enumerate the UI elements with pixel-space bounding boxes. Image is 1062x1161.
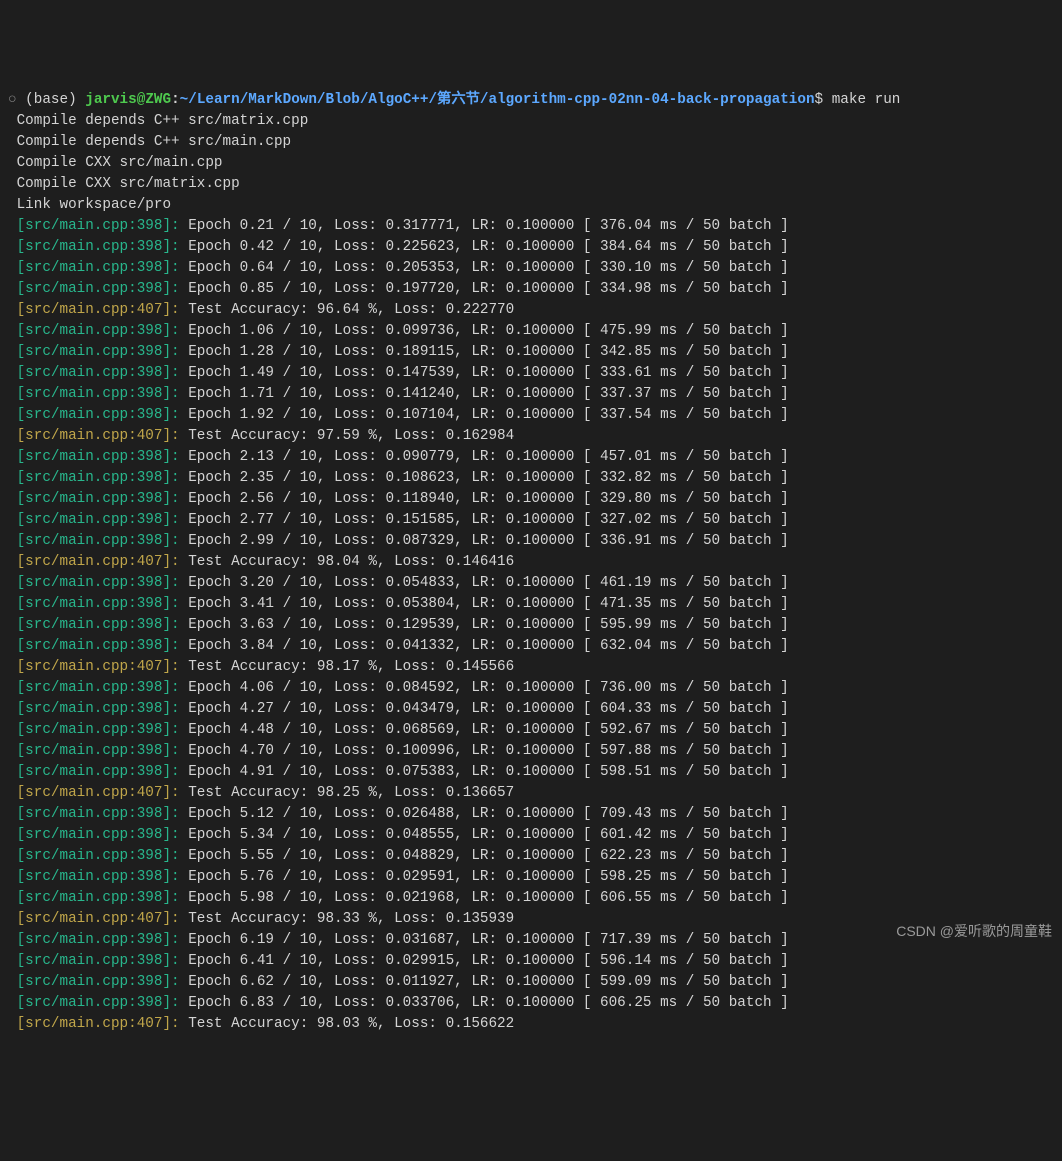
log-src-tag-epoch: [src/main.cpp:398]: [17, 743, 180, 759]
log-epoch-line: Epoch 4.70 / 10, Loss: 0.100996, LR: 0.1… [180, 743, 789, 759]
log-epoch-line: Epoch 6.62 / 10, Loss: 0.011927, LR: 0.1… [180, 974, 789, 990]
log-src-tag-epoch: [src/main.cpp:398]: [17, 386, 180, 402]
log-test-line: Test Accuracy: 98.03 %, Loss: 0.156622 [180, 1016, 515, 1032]
compile-line: Compile CXX src/matrix.cpp [17, 176, 240, 192]
log-src-tag-epoch: [src/main.cpp:398]: [17, 638, 180, 654]
log-src-tag-epoch: [src/main.cpp:398]: [17, 491, 180, 507]
log-epoch-line: Epoch 1.92 / 10, Loss: 0.107104, LR: 0.1… [180, 407, 789, 423]
log-src-tag-epoch: [src/main.cpp:398]: [17, 953, 180, 969]
log-epoch-line: Epoch 5.98 / 10, Loss: 0.021968, LR: 0.1… [180, 890, 789, 906]
log-src-tag-epoch: [src/main.cpp:398]: [17, 533, 180, 549]
log-src-tag-epoch: [src/main.cpp:398]: [17, 617, 180, 633]
log-src-tag-epoch: [src/main.cpp:398]: [17, 260, 180, 276]
log-src-tag-epoch: [src/main.cpp:398]: [17, 722, 180, 738]
log-epoch-line: Epoch 3.84 / 10, Loss: 0.041332, LR: 0.1… [180, 638, 789, 654]
prompt-host: ZWG [145, 92, 171, 108]
log-test-line: Test Accuracy: 98.25 %, Loss: 0.136657 [180, 785, 515, 801]
log-src-tag-epoch: [src/main.cpp:398]: [17, 995, 180, 1011]
log-src-tag-epoch: [src/main.cpp:398]: [17, 344, 180, 360]
prompt-dollar: $ [815, 92, 824, 108]
prompt-user: jarvis [85, 92, 136, 108]
log-epoch-line: Epoch 4.48 / 10, Loss: 0.068569, LR: 0.1… [180, 722, 789, 738]
prompt-bullet: ○ [8, 92, 25, 108]
log-epoch-line: Epoch 3.20 / 10, Loss: 0.054833, LR: 0.1… [180, 575, 789, 591]
log-src-tag-epoch: [src/main.cpp:398]: [17, 764, 180, 780]
log-test-line: Test Accuracy: 98.04 %, Loss: 0.146416 [180, 554, 515, 570]
log-src-tag-epoch: [src/main.cpp:398]: [17, 806, 180, 822]
log-src-tag-epoch: [src/main.cpp:398]: [17, 239, 180, 255]
log-src-tag-test: [src/main.cpp:407]: [17, 554, 180, 570]
log-epoch-line: Epoch 0.85 / 10, Loss: 0.197720, LR: 0.1… [180, 281, 789, 297]
compile-line: Compile depends C++ src/main.cpp [17, 134, 292, 150]
log-src-tag-test: [src/main.cpp:407]: [17, 428, 180, 444]
log-test-line: Test Accuracy: 97.59 %, Loss: 0.162984 [180, 428, 515, 444]
prompt-env: (base) [25, 92, 85, 108]
log-epoch-line: Epoch 6.41 / 10, Loss: 0.029915, LR: 0.1… [180, 953, 789, 969]
log-src-tag-epoch: [src/main.cpp:398]: [17, 596, 180, 612]
log-src-tag-epoch: [src/main.cpp:398]: [17, 890, 180, 906]
log-epoch-line: Epoch 3.63 / 10, Loss: 0.129539, LR: 0.1… [180, 617, 789, 633]
log-src-tag-test: [src/main.cpp:407]: [17, 1016, 180, 1032]
log-src-tag-epoch: [src/main.cpp:398]: [17, 827, 180, 843]
log-epoch-line: Epoch 1.28 / 10, Loss: 0.189115, LR: 0.1… [180, 344, 789, 360]
log-src-tag-test: [src/main.cpp:407]: [17, 911, 180, 927]
terminal-output[interactable]: ○ (base) jarvis@ZWG:~/Learn/MarkDown/Blo… [8, 90, 1054, 1035]
compile-line: Compile CXX src/main.cpp [17, 155, 223, 171]
log-src-tag-epoch: [src/main.cpp:398]: [17, 932, 180, 948]
compile-line: Link workspace/pro [17, 197, 171, 213]
log-epoch-line: Epoch 2.99 / 10, Loss: 0.087329, LR: 0.1… [180, 533, 789, 549]
log-src-tag-epoch: [src/main.cpp:398]: [17, 323, 180, 339]
log-src-tag-epoch: [src/main.cpp:398]: [17, 701, 180, 717]
log-src-tag-epoch: [src/main.cpp:398]: [17, 512, 180, 528]
log-epoch-line: Epoch 1.71 / 10, Loss: 0.141240, LR: 0.1… [180, 386, 789, 402]
log-epoch-line: Epoch 6.83 / 10, Loss: 0.033706, LR: 0.1… [180, 995, 789, 1011]
log-epoch-line: Epoch 5.55 / 10, Loss: 0.048829, LR: 0.1… [180, 848, 789, 864]
log-epoch-line: Epoch 4.91 / 10, Loss: 0.075383, LR: 0.1… [180, 764, 789, 780]
log-src-tag-epoch: [src/main.cpp:398]: [17, 848, 180, 864]
log-epoch-line: Epoch 5.34 / 10, Loss: 0.048555, LR: 0.1… [180, 827, 789, 843]
log-src-tag-epoch: [src/main.cpp:398]: [17, 575, 180, 591]
log-epoch-line: Epoch 4.27 / 10, Loss: 0.043479, LR: 0.1… [180, 701, 789, 717]
log-epoch-line: Epoch 0.21 / 10, Loss: 0.317771, LR: 0.1… [180, 218, 789, 234]
log-src-tag-epoch: [src/main.cpp:398]: [17, 974, 180, 990]
log-test-line: Test Accuracy: 98.33 %, Loss: 0.135939 [180, 911, 515, 927]
log-epoch-line: Epoch 1.49 / 10, Loss: 0.147539, LR: 0.1… [180, 365, 789, 381]
log-epoch-line: Epoch 2.13 / 10, Loss: 0.090779, LR: 0.1… [180, 449, 789, 465]
log-src-tag-epoch: [src/main.cpp:398]: [17, 470, 180, 486]
log-epoch-line: Epoch 2.56 / 10, Loss: 0.118940, LR: 0.1… [180, 491, 789, 507]
prompt-path: ~/Learn/MarkDown/Blob/AlgoC++/第六节/algori… [180, 92, 815, 108]
log-epoch-line: Epoch 5.12 / 10, Loss: 0.026488, LR: 0.1… [180, 806, 789, 822]
log-src-tag-epoch: [src/main.cpp:398]: [17, 281, 180, 297]
log-src-tag-epoch: [src/main.cpp:398]: [17, 449, 180, 465]
log-src-tag-epoch: [src/main.cpp:398]: [17, 680, 180, 696]
log-epoch-line: Epoch 1.06 / 10, Loss: 0.099736, LR: 0.1… [180, 323, 789, 339]
compile-line: Compile depends C++ src/matrix.cpp [17, 113, 309, 129]
log-epoch-line: Epoch 4.06 / 10, Loss: 0.084592, LR: 0.1… [180, 680, 789, 696]
prompt-command: make run [823, 92, 900, 108]
log-epoch-line: Epoch 5.76 / 10, Loss: 0.029591, LR: 0.1… [180, 869, 789, 885]
log-test-line: Test Accuracy: 96.64 %, Loss: 0.222770 [180, 302, 515, 318]
log-epoch-line: Epoch 0.42 / 10, Loss: 0.225623, LR: 0.1… [180, 239, 789, 255]
log-test-line: Test Accuracy: 98.17 %, Loss: 0.145566 [180, 659, 515, 675]
log-epoch-line: Epoch 3.41 / 10, Loss: 0.053804, LR: 0.1… [180, 596, 789, 612]
log-epoch-line: Epoch 2.35 / 10, Loss: 0.108623, LR: 0.1… [180, 470, 789, 486]
log-epoch-line: Epoch 2.77 / 10, Loss: 0.151585, LR: 0.1… [180, 512, 789, 528]
log-epoch-line: Epoch 0.64 / 10, Loss: 0.205353, LR: 0.1… [180, 260, 789, 276]
log-src-tag-epoch: [src/main.cpp:398]: [17, 218, 180, 234]
log-src-tag-epoch: [src/main.cpp:398]: [17, 365, 180, 381]
log-src-tag-epoch: [src/main.cpp:398]: [17, 407, 180, 423]
log-src-tag-epoch: [src/main.cpp:398]: [17, 869, 180, 885]
log-src-tag-test: [src/main.cpp:407]: [17, 302, 180, 318]
log-src-tag-test: [src/main.cpp:407]: [17, 659, 180, 675]
log-src-tag-test: [src/main.cpp:407]: [17, 785, 180, 801]
watermark: CSDN @爱听歌的周童鞋 [896, 921, 1052, 942]
prompt-colon: : [171, 92, 180, 108]
log-epoch-line: Epoch 6.19 / 10, Loss: 0.031687, LR: 0.1… [180, 932, 789, 948]
